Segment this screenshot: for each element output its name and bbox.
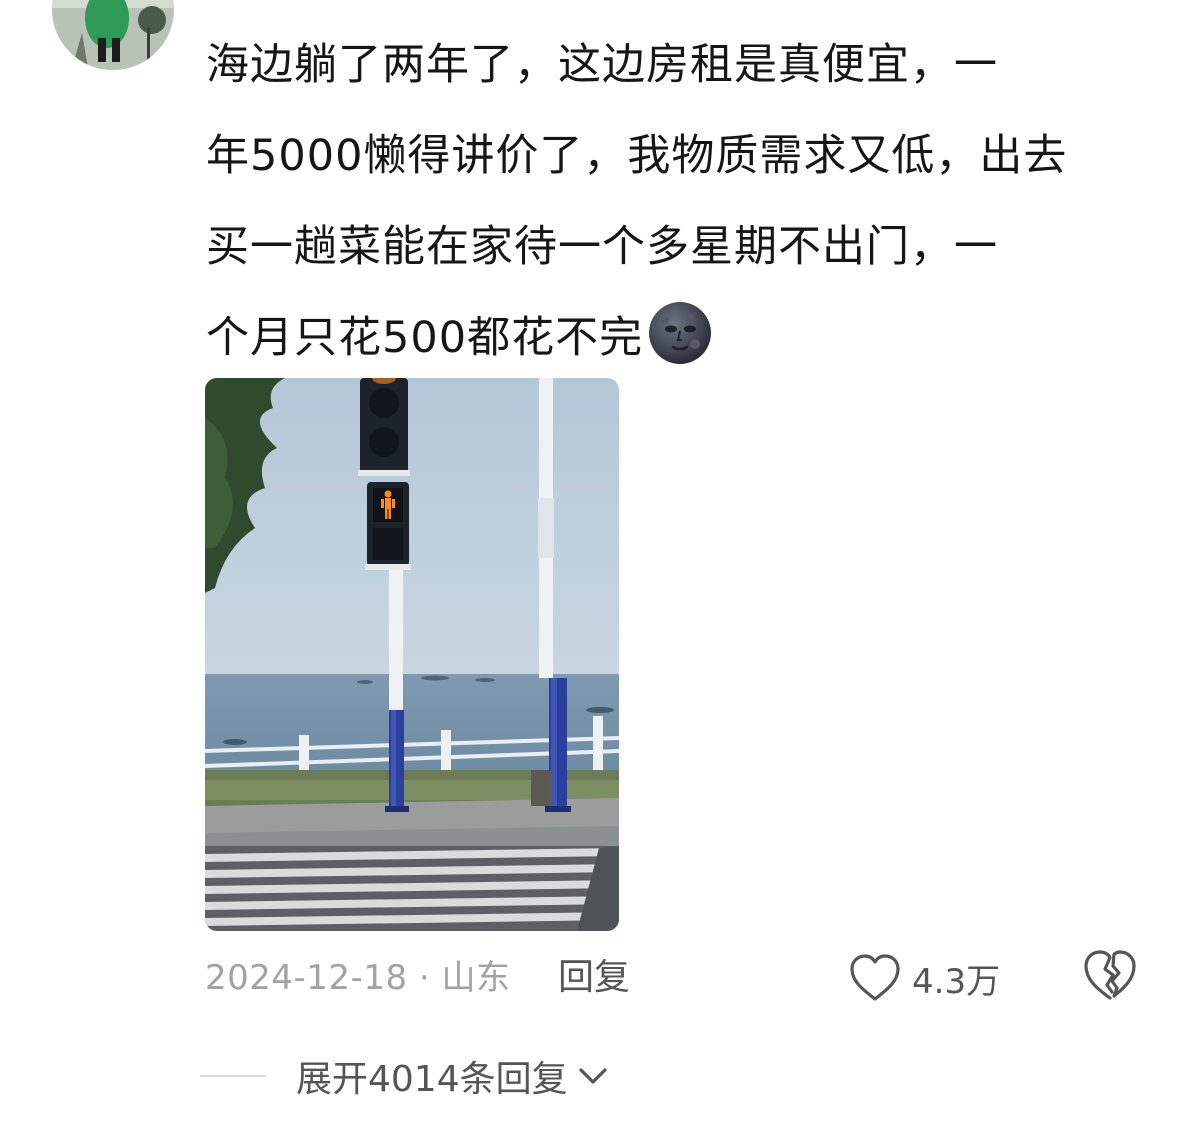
comment-meta: 2024-12-18 · 山东 <box>205 950 511 1006</box>
expand-replies-row: 展开4014条回复 <box>200 1046 610 1106</box>
comment-line-last: 个月只花500都花不完 <box>206 293 1166 384</box>
like-count: 4.3万 <box>912 961 1001 1002</box>
heart-outline-icon <box>850 954 900 1001</box>
comment-text: 海边躺了两年了，这边房租是真便宜，一 年5000懒得讲价了，我物质需求又低，出去… <box>206 20 1166 384</box>
comment-date: 2024-12-18 <box>205 958 408 998</box>
expand-divider <box>200 1075 266 1077</box>
expand-replies-button[interactable]: 展开4014条回复 <box>296 1050 610 1102</box>
seaside-traffic-light-image <box>205 378 619 931</box>
meta-separator: · <box>418 958 431 998</box>
comment-location: 山东 <box>441 958 511 998</box>
broken-heart-icon <box>1084 950 1136 1000</box>
reply-button[interactable]: 回复 <box>558 950 630 1006</box>
new-moon-face-emoji-icon <box>649 302 712 364</box>
avatar-image <box>52 0 174 70</box>
like-button[interactable]: 4.3万 <box>848 948 1000 1008</box>
comment-line: 海边躺了两年了，这边房租是真便宜，一 <box>206 40 998 90</box>
comment-line-text: 个月只花500都花不完 <box>206 313 644 363</box>
avatar[interactable] <box>52 0 174 70</box>
comment-line: 买一趟菜能在家待一个多星期不出门，一 <box>206 222 998 272</box>
chevron-down-icon <box>579 1068 607 1084</box>
expand-replies-label: 展开4014条回复 <box>296 1059 568 1100</box>
dislike-button[interactable] <box>1080 948 1140 1008</box>
comment-photo[interactable] <box>205 378 619 931</box>
comment-line: 年5000懒得讲价了，我物质需求又低，出去 <box>206 131 1068 181</box>
